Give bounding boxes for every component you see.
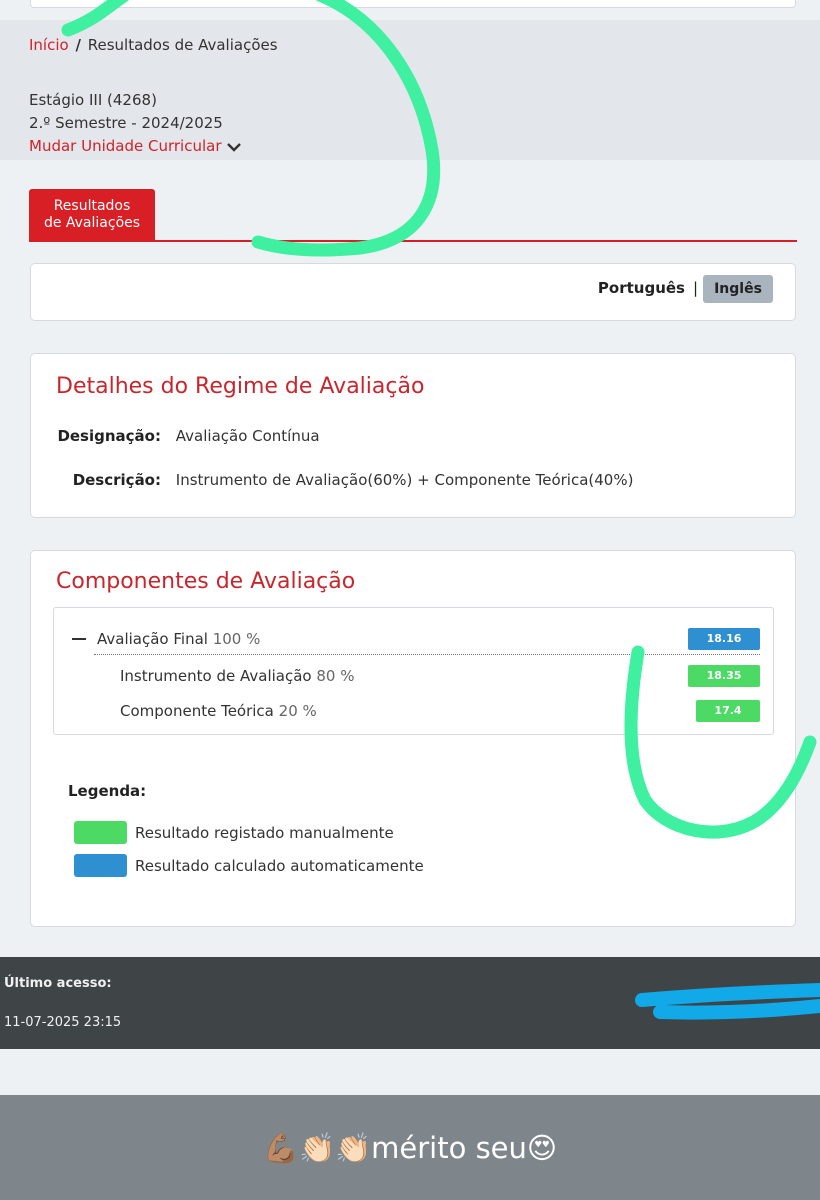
tab-underline bbox=[29, 240, 797, 242]
language-switcher: Português | Inglês bbox=[30, 263, 796, 321]
row-divider bbox=[94, 654, 760, 655]
unit-name: Estágio III (4268) bbox=[29, 91, 157, 109]
unit-semester: 2.º Semestre - 2024/2025 bbox=[29, 114, 223, 132]
story-caption: 💪🏽👏🏻👏🏻mérito seu😍 bbox=[262, 1131, 558, 1165]
chevron-down-icon bbox=[227, 142, 242, 152]
description-value: Instrumento de Avaliação(60%) + Componen… bbox=[175, 471, 634, 489]
grade-badge-theory: 17.4 bbox=[696, 700, 760, 722]
legend-auto-label: Resultado calculado automaticamente bbox=[135, 856, 424, 875]
legend-swatch-auto bbox=[74, 854, 127, 877]
description-row: Descrição: Instrumento de Avaliação(60%)… bbox=[31, 471, 634, 489]
legend-title: Legenda: bbox=[68, 782, 147, 800]
components-tree: Avaliação Final 100 % 18.16 Instrumento … bbox=[53, 607, 774, 735]
language-separator: | bbox=[692, 279, 698, 297]
component-weight: 80 % bbox=[316, 667, 355, 685]
component-row-instrument: Instrumento de Avaliação 80 % bbox=[120, 667, 354, 685]
language-portuguese[interactable]: Português bbox=[598, 279, 685, 297]
component-name: Instrumento de Avaliação bbox=[120, 667, 312, 685]
curricular-unit-info: Estágio III (4268) 2.º Semestre - 2024/2… bbox=[29, 89, 242, 158]
grade-badge-final: 18.16 bbox=[688, 628, 760, 650]
regime-title: Detalhes do Regime de Avaliação bbox=[56, 374, 425, 399]
grade-badge-instrument: 18.35 bbox=[688, 665, 760, 687]
component-weight: 20 % bbox=[278, 702, 317, 720]
designation-value: Avaliação Contínua bbox=[175, 427, 320, 445]
component-name: Avaliação Final bbox=[97, 630, 208, 648]
language-english-button[interactable]: Inglês bbox=[703, 275, 773, 303]
footer: Último acesso: 11-07-2025 23:15 bbox=[0, 957, 820, 1049]
tab-assessment-results[interactable]: Resultados de Avaliações bbox=[29, 189, 155, 241]
change-unit-link[interactable]: Mudar Unidade Curricular bbox=[29, 135, 242, 158]
story-caption-bar: 💪🏽👏🏻👏🏻mérito seu😍 bbox=[0, 1095, 820, 1200]
change-unit-label: Mudar Unidade Curricular bbox=[29, 137, 222, 155]
breadcrumb-home-link[interactable]: Início bbox=[29, 36, 69, 54]
collapse-icon[interactable] bbox=[72, 638, 86, 640]
component-name: Componente Teórica bbox=[120, 702, 274, 720]
designation-label: Designação: bbox=[57, 427, 161, 445]
tab-label-line2: de Avaliações bbox=[43, 215, 141, 231]
component-row-final: Avaliação Final 100 % bbox=[72, 630, 260, 648]
assessment-components-card: Componentes de Avaliação Avaliação Final… bbox=[30, 550, 796, 927]
legend-swatch-manual bbox=[74, 821, 127, 844]
tab-label-line1: Resultados bbox=[53, 198, 131, 214]
legend-manual-label: Resultado registado manualmente bbox=[135, 823, 394, 842]
assessment-regime-card: Detalhes do Regime de Avaliação Designaç… bbox=[30, 353, 796, 518]
breadcrumb-separator: / bbox=[75, 36, 81, 54]
description-label: Descrição: bbox=[72, 471, 161, 489]
legend-auto: Resultado calculado automaticamente bbox=[74, 854, 424, 877]
component-weight: 100 % bbox=[212, 630, 261, 648]
designation-row: Designação: Avaliação Contínua bbox=[31, 427, 320, 445]
breadcrumb-current: Resultados de Avaliações bbox=[87, 36, 278, 54]
last-access-label: Último acesso: bbox=[4, 976, 112, 991]
components-title: Componentes de Avaliação bbox=[56, 569, 356, 594]
breadcrumb: Início / Resultados de Avaliações bbox=[29, 36, 278, 54]
component-row-theory: Componente Teórica 20 % bbox=[120, 702, 317, 720]
last-access-value: 11-07-2025 23:15 bbox=[4, 1015, 122, 1030]
previous-card-edge bbox=[30, 0, 796, 8]
legend-manual: Resultado registado manualmente bbox=[74, 821, 394, 844]
